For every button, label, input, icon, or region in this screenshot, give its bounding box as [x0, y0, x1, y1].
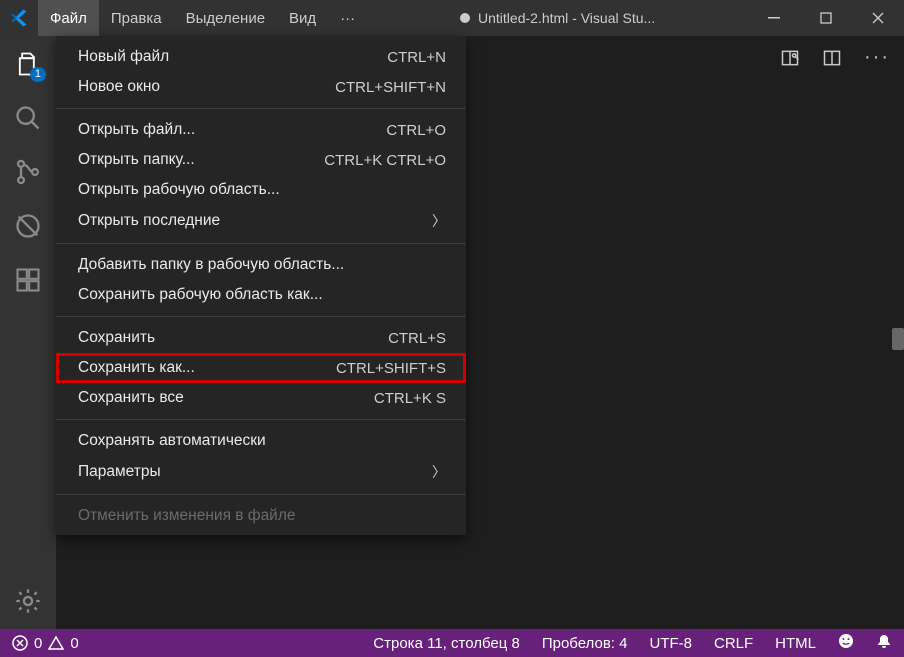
vscode-logo-icon — [0, 8, 38, 28]
feedback-smile-icon[interactable] — [838, 633, 854, 653]
minimap-marker — [892, 328, 904, 350]
menu-item-open-recent[interactable]: Открыть последние〉 — [56, 205, 466, 237]
menu-item-new-file[interactable]: Новый файлCTRL+N — [56, 42, 466, 72]
extensions-icon[interactable] — [12, 264, 44, 296]
status-error-count: 0 — [34, 635, 42, 652]
window-controls — [748, 0, 904, 36]
menu-view[interactable]: Вид — [277, 0, 328, 36]
statusbar: 0 0 Строка 11, столбец 8 Пробелов: 4 UTF… — [0, 629, 904, 657]
status-problems[interactable]: 0 0 — [12, 635, 79, 652]
menu-item-new-window[interactable]: Новое окноCTRL+SHIFT+N — [56, 72, 466, 102]
menu-separator — [56, 419, 466, 420]
menu-separator — [56, 108, 466, 109]
error-icon — [12, 635, 28, 651]
editor-actions: ··· — [780, 46, 890, 69]
menu-item-save[interactable]: СохранитьCTRL+S — [56, 323, 466, 353]
file-menu-dropdown: Новый файлCTRL+N Новое окноCTRL+SHIFT+N … — [56, 36, 466, 535]
maximize-button[interactable] — [800, 0, 852, 36]
window-title: Untitled-2.html - Visual Stu... — [367, 10, 748, 26]
titlebar: Файл Правка Выделение Вид ··· Untitled-2… — [0, 0, 904, 36]
minimap[interactable] — [890, 36, 904, 629]
explorer-icon[interactable]: 1 — [12, 48, 44, 80]
status-line-col[interactable]: Строка 11, столбец 8 — [373, 635, 520, 652]
close-button[interactable] — [852, 0, 904, 36]
menu-item-open-folder[interactable]: Открыть папку...CTRL+K CTRL+O — [56, 145, 466, 175]
menu-item-revert: Отменить изменения в файле — [56, 501, 466, 531]
source-control-icon[interactable] — [12, 156, 44, 188]
bell-icon[interactable] — [876, 633, 892, 653]
menu-item-autosave[interactable]: Сохранять автоматически — [56, 426, 466, 456]
menu-separator — [56, 243, 466, 244]
menu-item-open-workspace[interactable]: Открыть рабочую область... — [56, 175, 466, 205]
split-preview-icon[interactable] — [780, 46, 800, 69]
menu-separator — [56, 494, 466, 495]
modified-dot-icon — [460, 13, 470, 23]
menu-edit[interactable]: Правка — [99, 0, 174, 36]
menu-more[interactable]: ··· — [328, 0, 367, 36]
chevron-right-icon: 〉 — [432, 462, 446, 482]
search-icon[interactable] — [12, 102, 44, 134]
menu-separator — [56, 316, 466, 317]
menu-item-preferences[interactable]: Параметры〉 — [56, 456, 466, 488]
chevron-right-icon: 〉 — [432, 211, 446, 231]
menu-selection[interactable]: Выделение — [174, 0, 277, 36]
status-eol[interactable]: CRLF — [714, 635, 753, 652]
settings-gear-icon[interactable] — [12, 585, 44, 617]
status-encoding[interactable]: UTF-8 — [649, 635, 692, 652]
debug-icon[interactable] — [12, 210, 44, 242]
more-actions-icon[interactable]: ··· — [864, 46, 890, 69]
menubar: Файл Правка Выделение Вид ··· — [38, 0, 367, 36]
status-language[interactable]: HTML — [775, 635, 816, 652]
status-spaces[interactable]: Пробелов: 4 — [542, 635, 628, 652]
status-warning-count: 0 — [70, 635, 78, 652]
menu-item-save-workspace[interactable]: Сохранить рабочую область как... — [56, 280, 466, 310]
menu-item-save-as[interactable]: Сохранить как...CTRL+SHIFT+S — [56, 353, 466, 383]
minimize-button[interactable] — [748, 0, 800, 36]
menu-item-save-all[interactable]: Сохранить всеCTRL+K S — [56, 383, 466, 413]
window-title-text: Untitled-2.html - Visual Stu... — [478, 10, 655, 26]
activitybar: 1 — [0, 36, 56, 629]
warning-icon — [48, 635, 64, 651]
menu-file[interactable]: Файл — [38, 0, 99, 36]
menu-item-open-file[interactable]: Открыть файл...CTRL+O — [56, 115, 466, 145]
explorer-badge: 1 — [30, 67, 46, 82]
menu-item-add-folder[interactable]: Добавить папку в рабочую область... — [56, 250, 466, 280]
split-editor-icon[interactable] — [822, 46, 842, 69]
